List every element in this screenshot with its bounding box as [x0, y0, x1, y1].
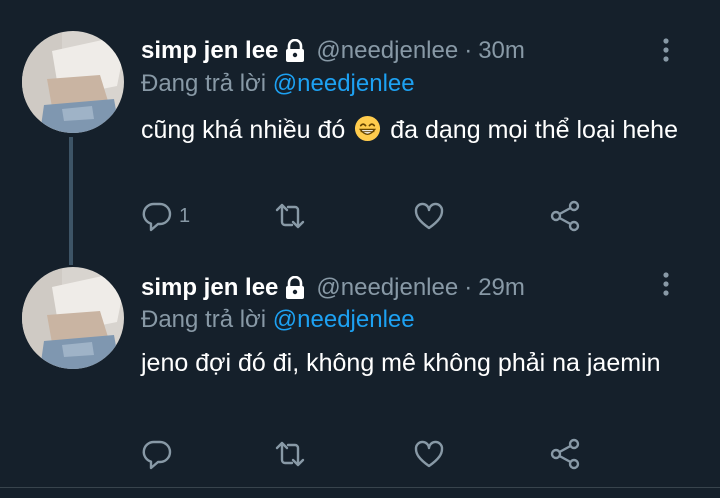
tweet-header: simp jen lee @needjenlee · 29m — [141, 273, 525, 303]
timestamp[interactable]: 29m — [478, 274, 525, 302]
like-button[interactable] — [413, 434, 445, 474]
tweet-text-part-1: cũng khá nhiều đó — [141, 116, 346, 144]
tweet-2[interactable]: simp jen lee @needjenlee · 29m Đang trả … — [0, 248, 720, 498]
tweet-text-part-2: đa dạng mọi thể loại hehe — [390, 116, 678, 144]
lock-icon — [286, 276, 305, 299]
action-bar: 1 — [141, 196, 591, 236]
avatar-image — [22, 31, 124, 133]
like-icon — [414, 202, 444, 230]
action-bar — [141, 434, 591, 474]
retweet-button[interactable] — [274, 196, 306, 236]
replying-to: Đang trả lời @needjenlee — [141, 70, 415, 98]
separator: · — [464, 274, 473, 301]
reply-button[interactable]: 1 — [141, 196, 190, 236]
tweet-text: cũng khá nhiều đó đa dạng mọi thể loại h… — [141, 112, 681, 149]
tweet-divider — [0, 487, 720, 488]
reply-prefix: Đang trả lời — [141, 70, 267, 97]
retweet-icon — [275, 441, 305, 467]
more-icon[interactable] — [659, 270, 673, 300]
reply-mention-link[interactable]: @needjenlee — [273, 306, 415, 333]
handle[interactable]: @needjenlee — [316, 274, 458, 302]
reply-button[interactable] — [141, 434, 179, 474]
reply-icon — [142, 202, 172, 232]
like-icon — [414, 440, 444, 468]
share-icon — [550, 200, 580, 232]
lock-icon — [286, 39, 305, 62]
handle[interactable]: @needjenlee — [316, 37, 458, 65]
grinning-face-icon — [355, 115, 381, 142]
retweet-icon — [275, 203, 305, 229]
reply-icon — [142, 440, 172, 470]
separator: · — [464, 37, 473, 64]
avatar[interactable] — [22, 31, 124, 133]
tweet-1[interactable]: simp jen lee @needjenlee · 30m Đang trả … — [0, 0, 720, 265]
share-icon — [550, 438, 580, 470]
reply-mention-link[interactable]: @needjenlee — [273, 70, 415, 97]
replying-to: Đang trả lời @needjenlee — [141, 306, 415, 334]
more-icon[interactable] — [659, 36, 673, 66]
reply-count: 1 — [179, 204, 191, 227]
reply-prefix: Đang trả lời — [141, 306, 267, 333]
thread-line — [69, 137, 73, 265]
display-name[interactable]: simp jen lee — [141, 37, 278, 65]
timestamp[interactable]: 30m — [478, 37, 525, 65]
share-button[interactable] — [549, 434, 581, 474]
avatar[interactable] — [22, 267, 124, 369]
display-name[interactable]: simp jen lee — [141, 274, 278, 302]
avatar-image — [22, 267, 124, 369]
like-button[interactable] — [413, 196, 445, 236]
retweet-button[interactable] — [274, 434, 306, 474]
tweet-text: jeno đợi đó đi, không mê không phải na j… — [141, 349, 661, 377]
tweet-header: simp jen lee @needjenlee · 30m — [141, 36, 525, 66]
share-button[interactable] — [549, 196, 581, 236]
